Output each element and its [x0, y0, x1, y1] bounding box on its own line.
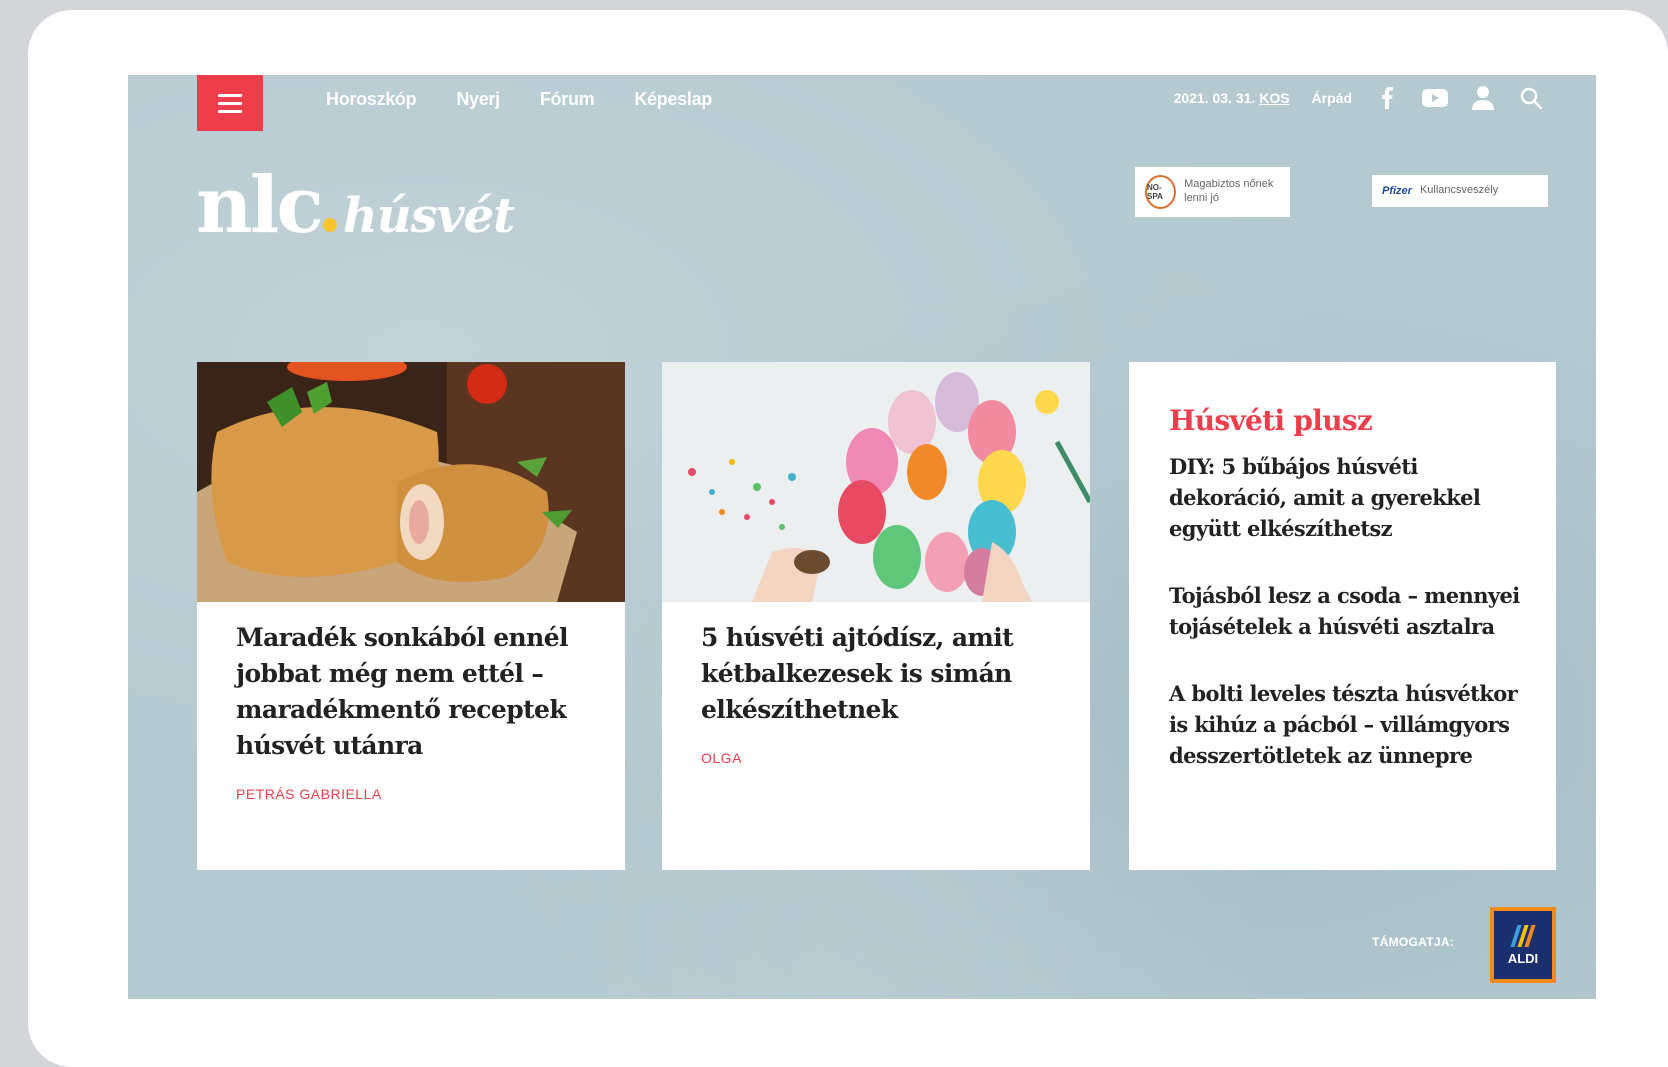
- nospa-text: Magabiztos nőnek lenni jó: [1184, 178, 1274, 204]
- plus-list-item[interactable]: DIY: 5 bűbájos húsvéti dekoráció, amit a…: [1169, 451, 1526, 544]
- article-body-door-decor: 5 húsvéti ajtódísz, amit kétbalkezesek i…: [662, 602, 1090, 766]
- plus-list-item[interactable]: Tojásból lesz a csoda – mennyei tojáséte…: [1169, 580, 1526, 642]
- article-author-ham[interactable]: PETRÁS GABRIELLA: [236, 786, 585, 802]
- date-display: 2021. 03. 31. KOS: [1174, 90, 1290, 106]
- nav-link-horoszkop[interactable]: Horoszkóp: [326, 89, 417, 110]
- article-title-ham[interactable]: Maradék sonkából ennél jobbat még nem et…: [236, 620, 585, 764]
- menu-button[interactable]: [197, 75, 263, 131]
- menu-icon-line: [218, 93, 242, 97]
- menu-icon-line: [218, 101, 242, 105]
- nav-link-forum[interactable]: Fórum: [540, 89, 595, 110]
- sponsor-label: TÁMOGATJA:: [1372, 935, 1455, 949]
- article-card-door-decor[interactable]: 5 húsvéti ajtódísz, amit kétbalkezesek i…: [662, 362, 1090, 870]
- nav-link-nyerj[interactable]: Nyerj: [456, 89, 500, 110]
- page-container: Horoszkóp Nyerj Fórum Képeslap 2021. 03.…: [128, 75, 1596, 999]
- article-card-ham[interactable]: Maradék sonkából ennél jobbat még nem et…: [197, 362, 625, 870]
- user-icon[interactable]: [1470, 85, 1496, 111]
- kullancs-text: Kullancsveszély: [1419, 184, 1499, 197]
- article-image-ham[interactable]: [197, 362, 625, 602]
- nameday: Árpád: [1311, 90, 1352, 106]
- aldi-stripes: [1510, 924, 1536, 947]
- pfizer-logo: Pfizer: [1382, 185, 1412, 197]
- article-title-door-decor[interactable]: 5 húsvéti ajtódísz, amit kétbalkezesek i…: [701, 620, 1050, 728]
- aldi-logo-inner: ALDI: [1494, 911, 1552, 979]
- logo-main-text: nlc: [196, 160, 324, 251]
- logo-sub-text: húsvét: [342, 188, 515, 244]
- article-image-door-decor[interactable]: [662, 362, 1090, 602]
- menu-icon-line: [218, 109, 242, 113]
- zodiac-link[interactable]: KOS: [1259, 90, 1289, 106]
- nospa-logo: NO-SPA: [1145, 175, 1177, 209]
- site-logo[interactable]: nlc húsvét: [196, 160, 515, 251]
- youtube-icon[interactable]: [1422, 85, 1448, 111]
- article-author-door-decor[interactable]: OLGA: [701, 750, 1050, 766]
- aldi-logo[interactable]: ALDI: [1490, 907, 1556, 983]
- facebook-icon[interactable]: [1374, 85, 1400, 111]
- husveti-plusz-box: Húsvéti plusz DIY: 5 bűbájos húsvéti dek…: [1129, 362, 1556, 870]
- aldi-text: ALDI: [1507, 950, 1539, 966]
- search-icon[interactable]: [1518, 85, 1544, 111]
- top-right-bar: 2021. 03. 31. KOS Árpád: [1174, 85, 1544, 111]
- sponsor-kullancs[interactable]: Pfizer Kullancsveszély: [1372, 175, 1548, 207]
- plus-list-item[interactable]: A bolti leveles tészta húsvétkor is kihú…: [1169, 678, 1526, 771]
- article-body-ham: Maradék sonkából ennél jobbat még nem et…: [197, 602, 625, 802]
- logo-dot: [322, 218, 337, 232]
- date-value: 2021. 03. 31.: [1173, 90, 1256, 106]
- top-nav: Horoszkóp Nyerj Fórum Képeslap: [326, 89, 712, 110]
- nav-link-kepeslap[interactable]: Képeslap: [634, 89, 712, 110]
- husveti-plusz-title: Húsvéti plusz: [1169, 404, 1373, 437]
- sponsor-nospa[interactable]: NO-SPA Magabiztos nőnek lenni jó: [1135, 167, 1290, 217]
- husveti-plusz-list: DIY: 5 bűbájos húsvéti dekoráció, amit a…: [1169, 451, 1526, 771]
